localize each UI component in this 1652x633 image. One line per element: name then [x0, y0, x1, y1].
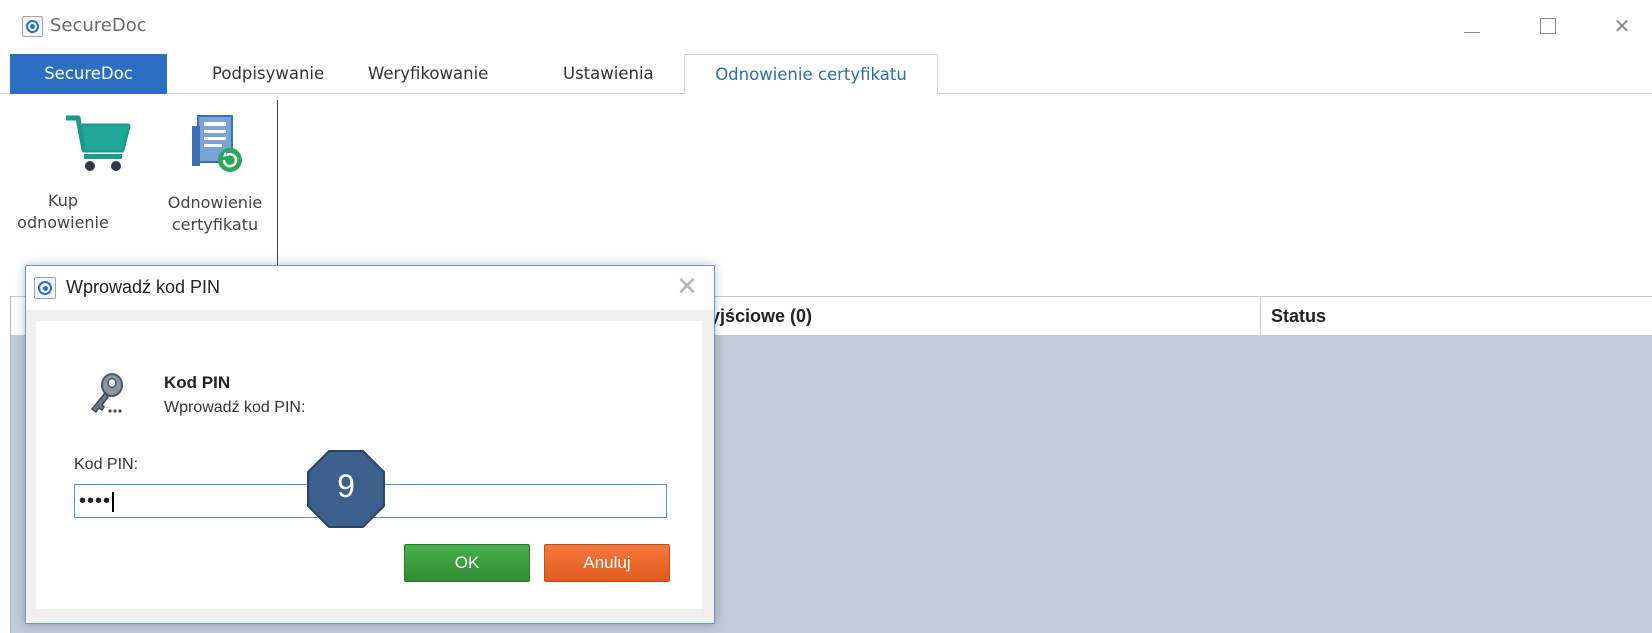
- pin-field-label: Kod PIN:: [74, 456, 139, 473]
- step-badge-number: 9: [337, 468, 355, 504]
- tab-weryfikowanie[interactable]: Weryfikowanie: [352, 54, 504, 94]
- cancel-button[interactable]: Anuluj: [544, 544, 670, 582]
- ribbon-tabs: SecureDoc Podpisywanie Weryfikowanie Ust…: [0, 54, 1652, 95]
- column-header-output[interactable]: yjściowe (0): [710, 297, 812, 335]
- column-header-status[interactable]: Status: [1260, 297, 1326, 335]
- shopping-cart-icon: [66, 115, 131, 171]
- renew-certificate-label: Odnowienie certyfikatu: [150, 192, 280, 236]
- pin-value: ••••: [79, 490, 112, 512]
- pin-instruction: Wprowadź kod PIN:: [164, 399, 306, 416]
- buy-renewal-line2: odnowienie: [17, 213, 109, 232]
- tab-ustawienia[interactable]: Ustawienia: [547, 54, 670, 94]
- close-button[interactable]: ✕: [1600, 8, 1644, 44]
- minimize-icon: [1464, 31, 1480, 33]
- text-caret: [112, 491, 114, 512]
- buy-renewal-label: Kup odnowienie: [0, 190, 138, 234]
- buy-renewal-button[interactable]: Kup odnowienie: [17, 112, 160, 234]
- key-icon: [90, 373, 123, 414]
- buy-renewal-line1: Kup: [48, 191, 78, 210]
- ok-button[interactable]: OK: [404, 544, 530, 582]
- ribbon-separator: [277, 100, 278, 270]
- grid-left-border: [10, 296, 11, 633]
- dialog-title: Wprowadź kod PIN: [66, 277, 221, 297]
- dialog-title-bar: Wprowadź kod PIN ✕: [26, 266, 714, 310]
- maximize-button[interactable]: [1526, 8, 1570, 44]
- maximize-icon: [1540, 18, 1556, 34]
- tab-podpisywanie[interactable]: Podpisywanie: [196, 54, 340, 94]
- renew-certificate-line2: certyfikatu: [171, 215, 259, 234]
- renew-certificate-line1: Odnowienie: [167, 193, 263, 212]
- pin-dialog: Wprowadź kod PIN ✕ Kod PIN Wprowadź kod …: [25, 265, 715, 624]
- renew-certificate-button[interactable]: Odnowienie certyfikatu: [150, 112, 280, 236]
- dialog-close-button[interactable]: ✕: [672, 272, 702, 302]
- close-icon: ✕: [1613, 14, 1631, 38]
- close-icon: ✕: [676, 272, 698, 302]
- app-title: SecureDoc: [50, 15, 147, 36]
- title-bar: SecureDoc ✕: [0, 0, 1652, 52]
- tab-securedoc[interactable]: SecureDoc: [10, 54, 167, 94]
- minimize-button[interactable]: [1450, 8, 1494, 44]
- app-icon: [22, 16, 43, 37]
- tab-odnowienie-certyfikatu[interactable]: Odnowienie certyfikatu: [684, 54, 938, 95]
- document-refresh-icon: [192, 115, 242, 172]
- dialog-app-icon: [34, 277, 56, 299]
- pin-heading: Kod PIN: [164, 373, 231, 392]
